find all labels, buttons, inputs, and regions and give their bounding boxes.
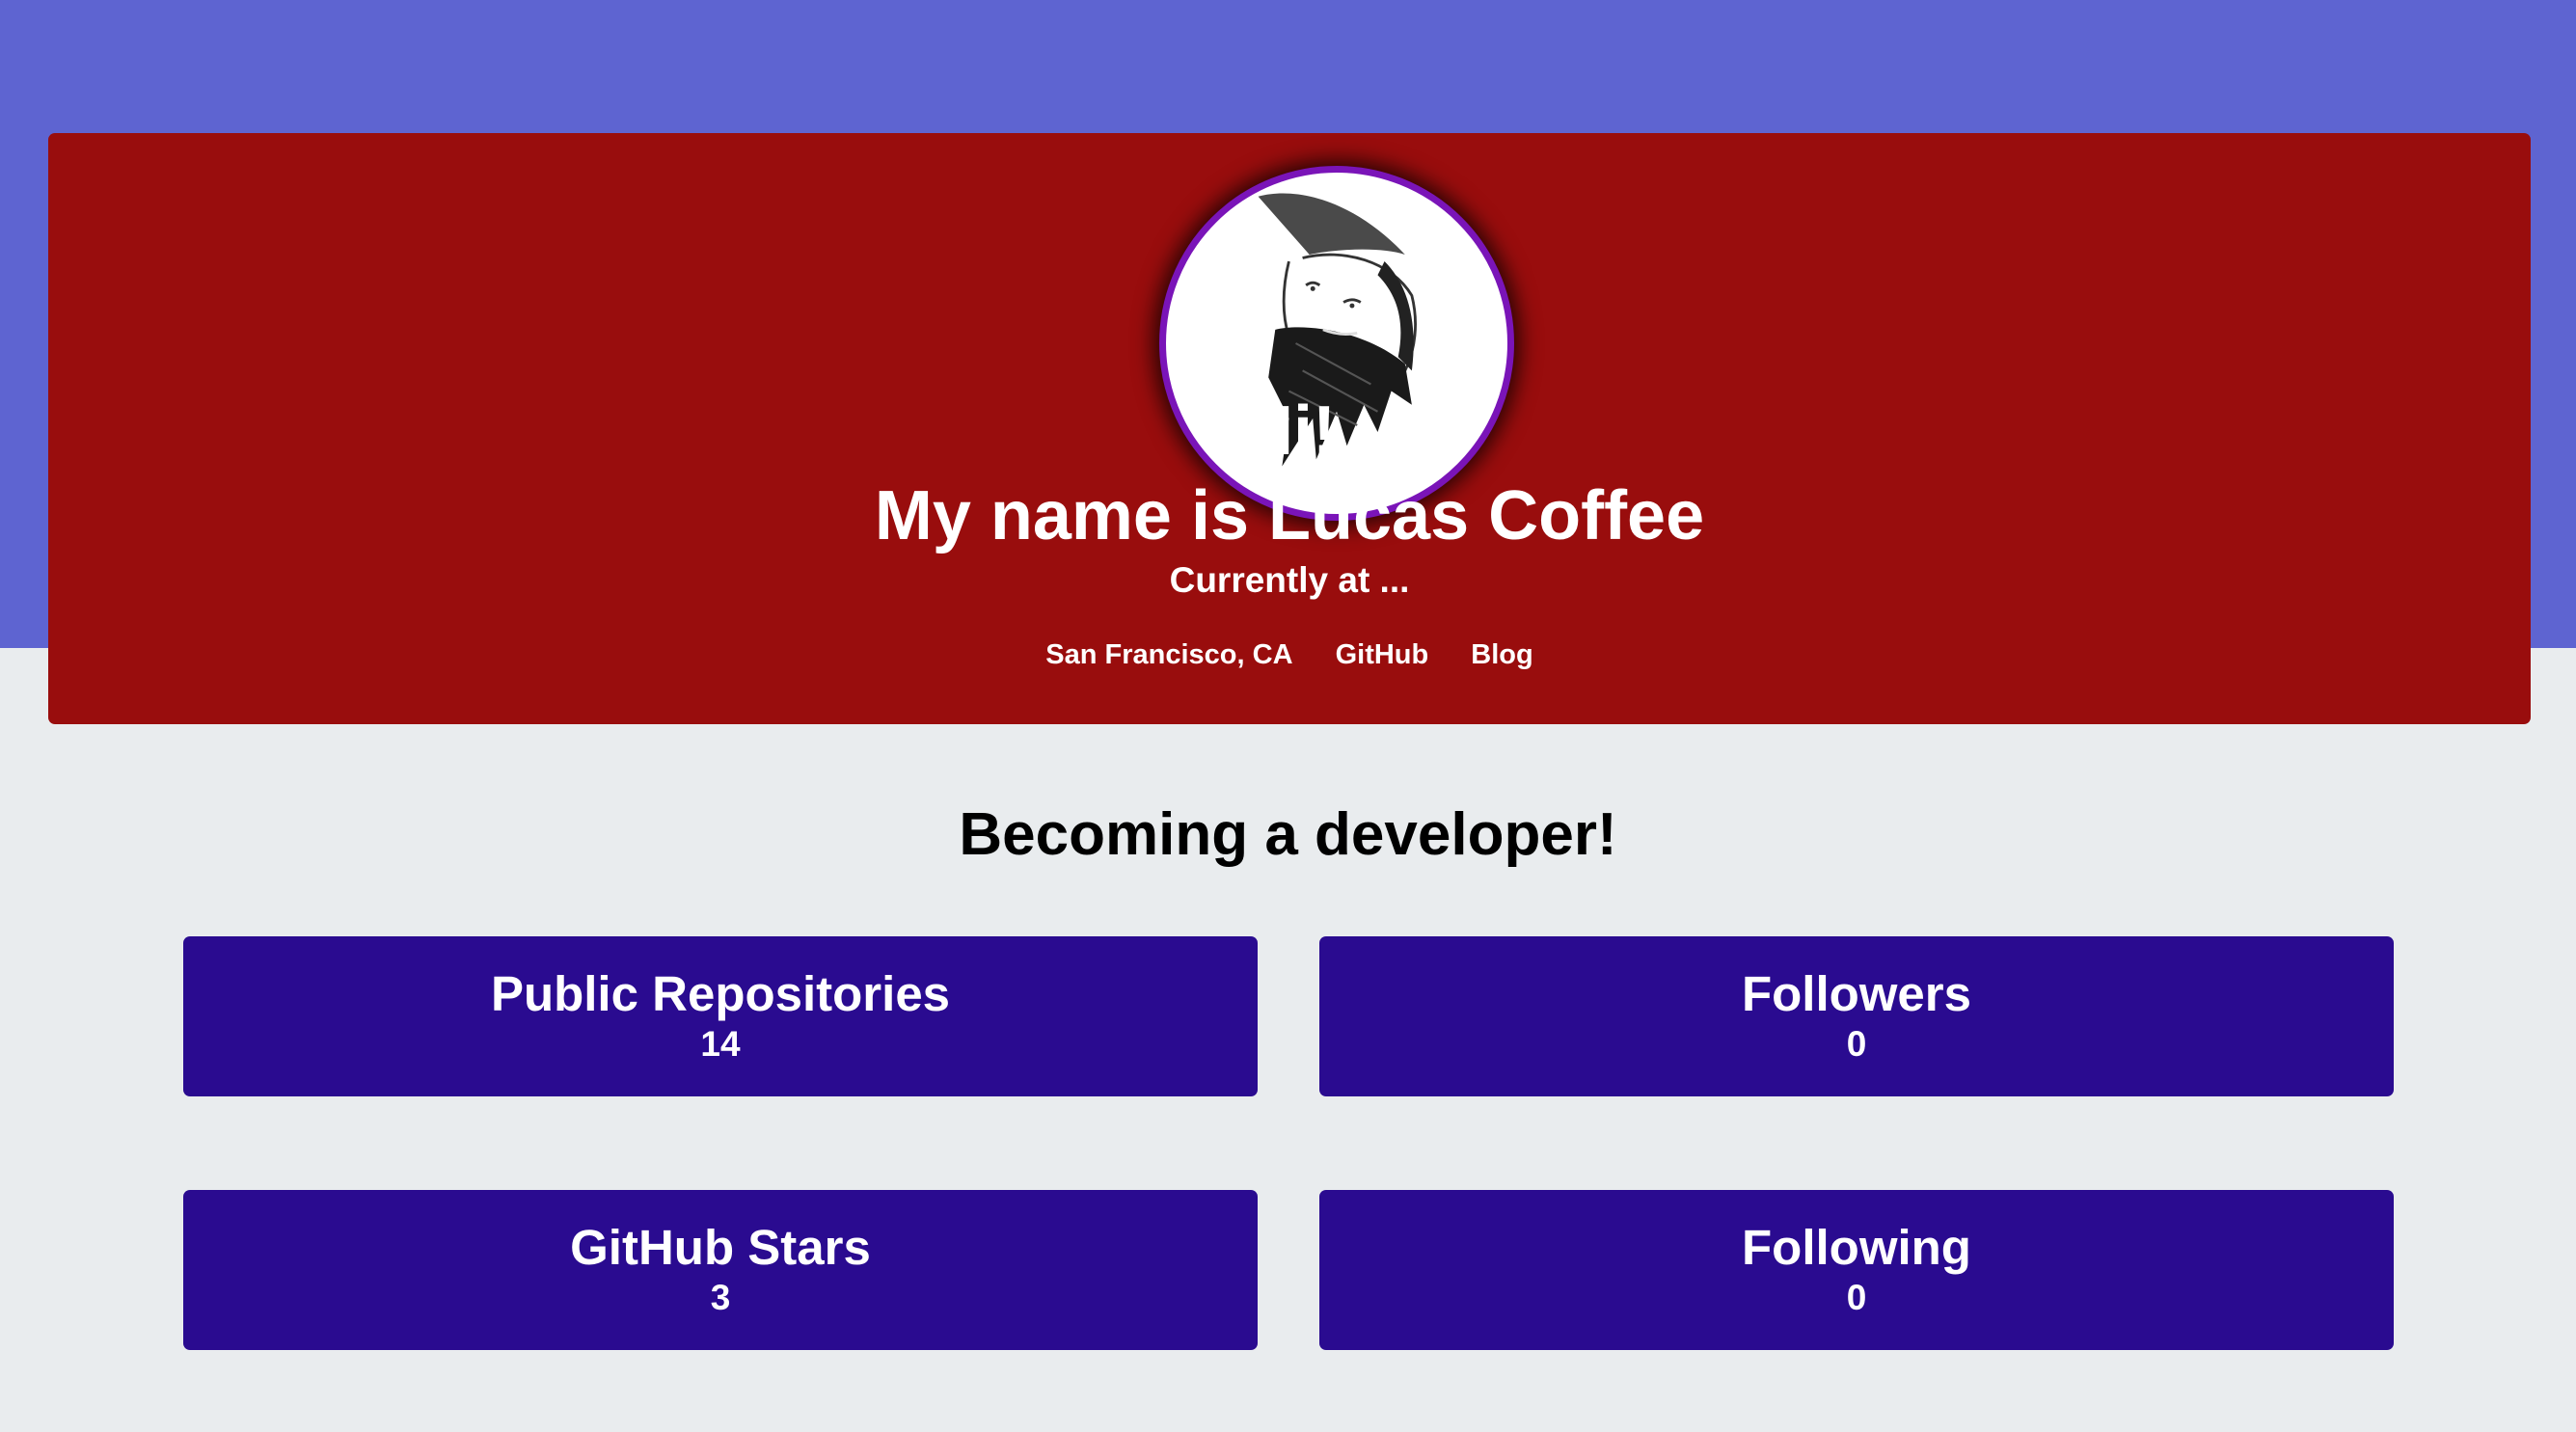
section-title: Becoming a developer! <box>959 801 1617 868</box>
stat-label: Following <box>1742 1220 1971 1275</box>
stat-value: 0 <box>1846 1024 1867 1064</box>
stat-label: Public Repositories <box>490 966 951 1021</box>
profile-name-heading: My name is Lucas Coffee <box>874 477 1705 554</box>
profile-links: San Francisco, CA GitHub Blog <box>48 636 2531 673</box>
greeting-heading: Hi! <box>1243 392 1336 470</box>
stat-label: Followers <box>1741 966 1972 1021</box>
github-link[interactable]: GitHub <box>1336 636 1429 673</box>
stat-value: 14 <box>700 1024 741 1064</box>
stat-value: 0 <box>1846 1278 1867 1317</box>
public-repositories-card: Public Repositories 14 <box>183 936 1258 1096</box>
stat-value: 3 <box>710 1278 731 1317</box>
location-link[interactable]: San Francisco, CA <box>1045 636 1292 673</box>
following-card: Following 0 <box>1319 1190 2394 1350</box>
blog-link[interactable]: Blog <box>1471 636 1532 673</box>
stat-label: GitHub Stars <box>570 1220 871 1275</box>
followers-card: Followers 0 <box>1319 936 2394 1096</box>
github-stars-card: GitHub Stars 3 <box>183 1190 1258 1350</box>
current-position-text: Currently at ... <box>1169 560 1410 600</box>
